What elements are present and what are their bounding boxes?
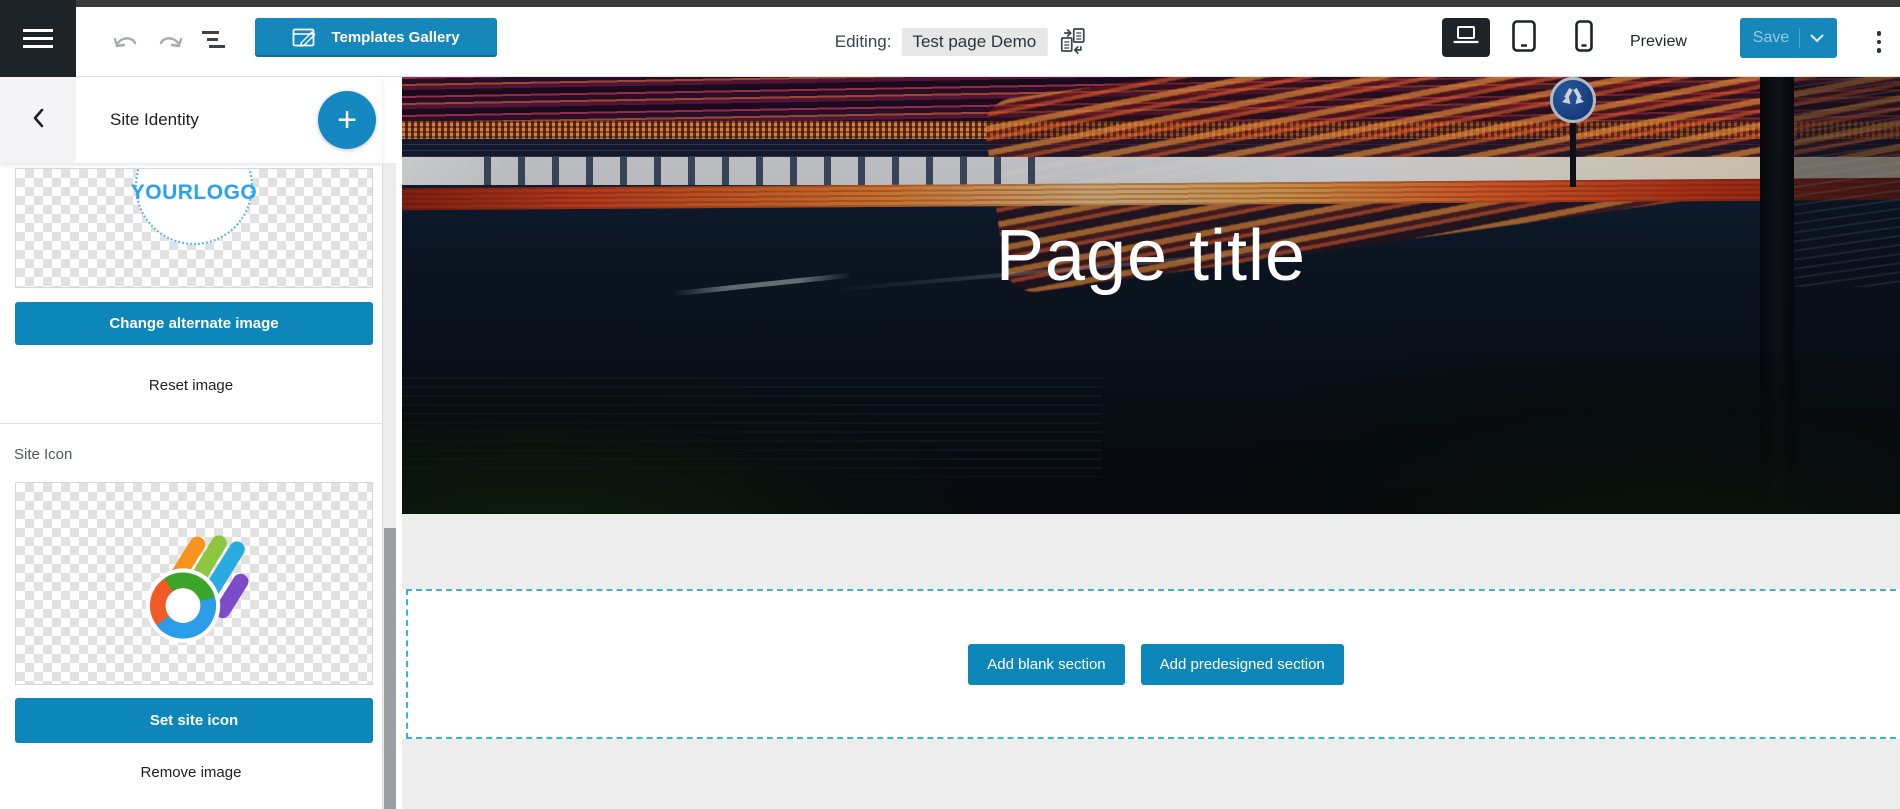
back-chevron-icon bbox=[31, 107, 45, 134]
undo-icon bbox=[112, 31, 140, 58]
hero-image: Page title bbox=[402, 77, 1900, 514]
site-icon-logo bbox=[129, 523, 261, 650]
back-button[interactable] bbox=[0, 77, 76, 163]
site-icon-preview bbox=[15, 482, 373, 685]
hamburger-menu-button[interactable] bbox=[0, 0, 76, 77]
remove-image-link[interactable]: Remove image bbox=[0, 764, 382, 781]
page-preview-canvas: Page title Add blank section Add predesi… bbox=[402, 77, 1900, 809]
editing-label: Editing: bbox=[834, 32, 892, 51]
save-button[interactable]: Save bbox=[1740, 18, 1837, 58]
window-top-strip bbox=[0, 0, 1900, 7]
templates-pencil-icon bbox=[292, 26, 319, 49]
preview-label: Preview bbox=[1630, 33, 1687, 50]
add-predesigned-section-button[interactable]: Add predesigned section bbox=[1140, 643, 1344, 685]
save-chevron-down-icon bbox=[1810, 34, 1824, 43]
scrollbar-thumb[interactable] bbox=[384, 528, 396, 809]
mobile-preview-button[interactable] bbox=[1566, 19, 1602, 57]
desktop-icon bbox=[1452, 25, 1480, 50]
templates-gallery-button[interactable]: Templates Gallery bbox=[255, 18, 497, 57]
page-title: Page title bbox=[995, 216, 1307, 296]
tablet-preview-button[interactable] bbox=[1504, 19, 1544, 57]
templates-gallery-label: Templates Gallery bbox=[331, 29, 460, 46]
add-blank-section-button[interactable]: Add blank section bbox=[968, 643, 1125, 685]
page-name-chip[interactable]: Test page Demo bbox=[901, 28, 1048, 56]
reset-image-link[interactable]: Reset image bbox=[0, 377, 382, 394]
preview-button[interactable]: Preview bbox=[1630, 7, 1687, 77]
section-divider bbox=[0, 423, 382, 424]
save-label: Save bbox=[1752, 29, 1790, 46]
desktop-preview-button[interactable] bbox=[1442, 18, 1490, 57]
redo-icon bbox=[156, 31, 184, 58]
plus-icon: + bbox=[337, 100, 357, 139]
switch-template-icon bbox=[1058, 26, 1086, 59]
tablet-icon bbox=[1512, 19, 1536, 57]
logo-placeholder-text: YOURLOGO bbox=[130, 181, 258, 204]
builder-toolbar: Templates Gallery Editing: Test page Dem… bbox=[0, 7, 1900, 77]
logo-circle-placeholder bbox=[135, 169, 253, 245]
editing-group: Editing: Test page Demo bbox=[835, 7, 1088, 77]
empty-section-dropzone: Add blank section Add predesigned sectio… bbox=[406, 589, 1900, 739]
sidebar-scrollbar-track bbox=[382, 163, 396, 809]
alternate-logo-preview: YOURLOGO bbox=[15, 168, 373, 288]
sidebar-header: Site Identity + bbox=[0, 77, 382, 163]
more-options-kebab-button[interactable] bbox=[1864, 21, 1894, 63]
kebab-icon bbox=[1876, 31, 1882, 36]
customizer-sidebar: Site Identity + YOURLOGO Change alternat… bbox=[0, 77, 382, 809]
set-site-icon-button[interactable]: Set site icon bbox=[15, 698, 373, 743]
site-icon-heading: Site Icon bbox=[14, 446, 73, 463]
mobile-icon bbox=[1575, 19, 1593, 57]
canvas-gray-band bbox=[402, 739, 1900, 809]
panel-title: Site Identity bbox=[110, 110, 199, 129]
canvas-gray-band bbox=[402, 514, 1900, 589]
outline-steps-button[interactable] bbox=[200, 24, 234, 58]
change-alternate-image-button[interactable]: Change alternate image bbox=[15, 302, 373, 345]
add-new-button[interactable]: + bbox=[318, 91, 376, 149]
undo-button[interactable] bbox=[108, 27, 144, 61]
save-split-divider bbox=[1799, 28, 1801, 48]
redo-button[interactable] bbox=[152, 27, 188, 61]
switch-template-button[interactable] bbox=[1057, 27, 1087, 57]
